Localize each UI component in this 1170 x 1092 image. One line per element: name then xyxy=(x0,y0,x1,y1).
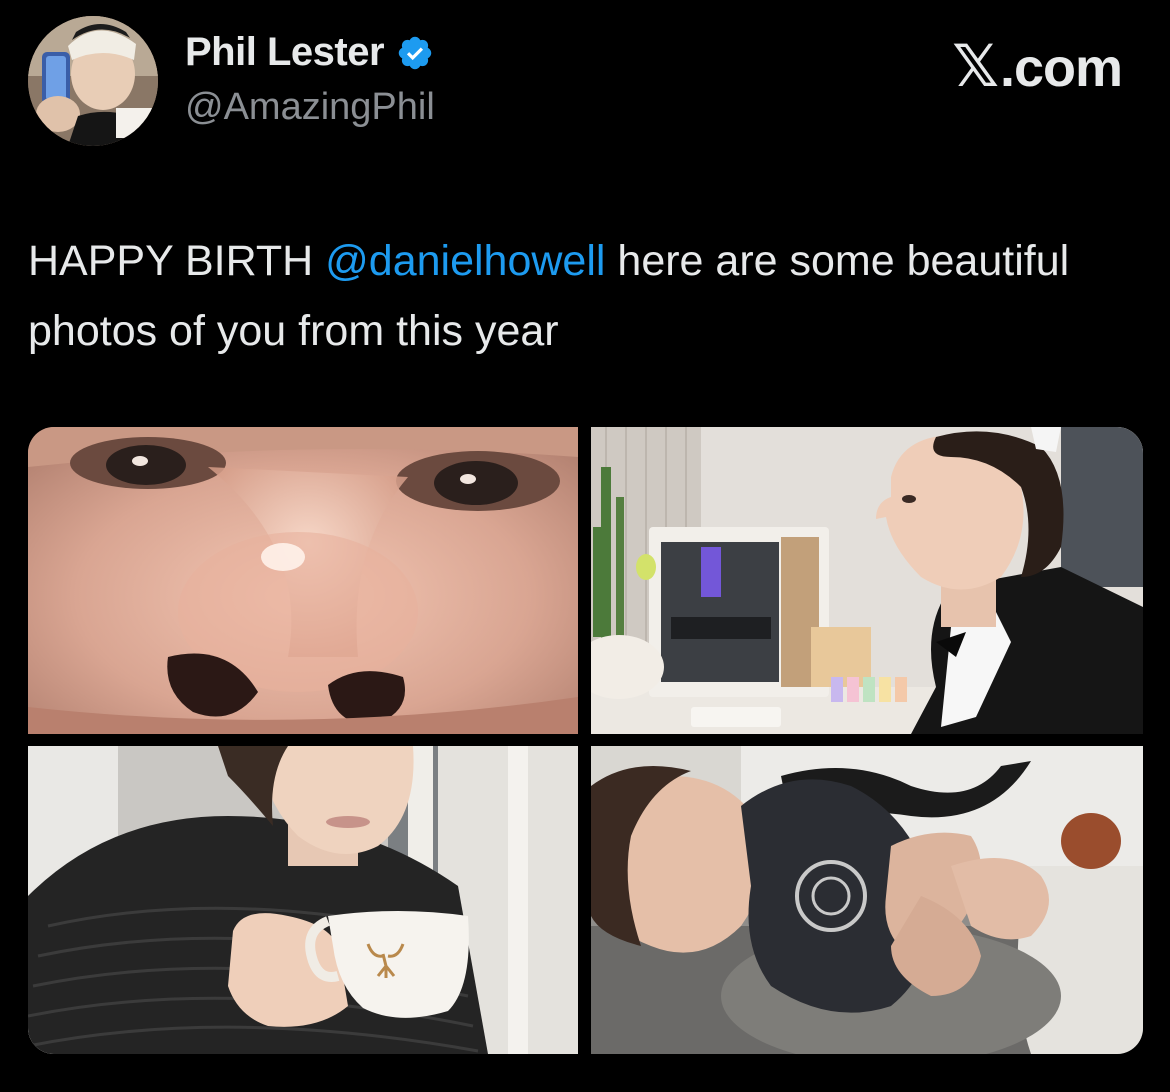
author-name-row[interactable]: Phil Lester xyxy=(185,30,434,75)
curled-on-floor-image xyxy=(591,746,1143,1054)
x-logo: 𝕏 .com xyxy=(952,32,1123,100)
photo-drinking-cup[interactable] xyxy=(28,746,578,1054)
photo-curled-on-floor[interactable] xyxy=(591,746,1143,1054)
tweet-text-lead: HAPPY BIRTH xyxy=(28,237,326,285)
verified-badge-icon xyxy=(398,36,432,69)
x-brand-domain: .com xyxy=(999,38,1123,98)
closeup-nose-image xyxy=(28,427,578,734)
author-handle[interactable]: @AmazingPhil xyxy=(185,86,435,129)
tweet-text: HAPPY BIRTH @danielhowell here are some … xyxy=(28,226,1128,366)
media-grid xyxy=(28,427,1143,1054)
x-brand-glyph: 𝕏 xyxy=(952,32,999,100)
mention-link[interactable]: @danielhowell xyxy=(325,237,605,285)
tweet-card: Phil Lester @AmazingPhil 𝕏 .com HAPPY BI… xyxy=(0,0,1170,1092)
profile-avatar[interactable] xyxy=(28,16,158,146)
drinking-cup-image xyxy=(28,746,578,1054)
avatar-image xyxy=(28,16,158,146)
desk-profile-image xyxy=(591,427,1143,734)
photo-desk-profile[interactable] xyxy=(591,427,1143,734)
author-display-name[interactable]: Phil Lester xyxy=(185,30,385,75)
photo-closeup-nose[interactable] xyxy=(28,427,578,734)
